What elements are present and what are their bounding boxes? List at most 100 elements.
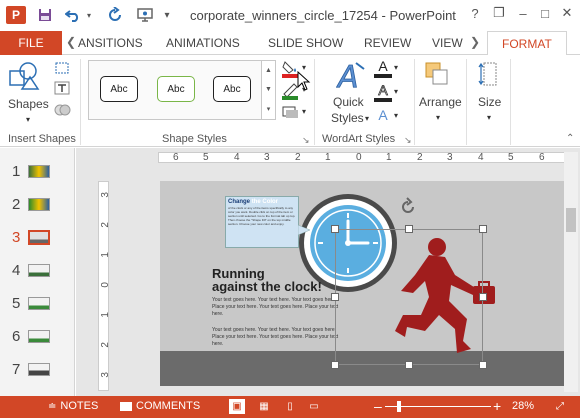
text-effects-dropdown-icon[interactable]: ▾	[394, 111, 398, 120]
present-icon[interactable]	[136, 6, 154, 24]
resize-handle[interactable]	[331, 361, 339, 369]
tab-scroll-left-icon[interactable]: ❮	[66, 35, 76, 49]
shape-style-green[interactable]: Abc	[157, 76, 195, 102]
resize-handle[interactable]	[479, 361, 487, 369]
rotate-handle-icon[interactable]	[398, 197, 418, 217]
change-color-callout[interactable]: Change the Color of the clock or any of …	[225, 196, 299, 248]
minimize-icon[interactable]: –	[512, 2, 534, 24]
group-divider	[80, 59, 81, 145]
text-fill-dropdown-icon[interactable]: ▾	[394, 63, 398, 72]
undo-icon[interactable]	[64, 6, 82, 24]
slide-body-text-2[interactable]: Your text goes here. Your text here. You…	[212, 327, 342, 348]
tab-scroll-right-icon[interactable]: ❯	[470, 35, 480, 49]
shape-style-dark[interactable]: Abc	[100, 76, 138, 102]
text-effects-icon[interactable]: A	[374, 107, 392, 125]
ruler-label: 4	[234, 152, 240, 163]
maximize-icon[interactable]: □	[534, 2, 556, 24]
quick-styles-icon[interactable]: A	[336, 59, 366, 95]
arrange-icon[interactable]	[424, 61, 450, 87]
ruler-label: 1	[386, 152, 392, 163]
arrange-dropdown-icon[interactable]: ▾	[436, 113, 440, 122]
shapes-label[interactable]: Shapes	[8, 97, 49, 111]
slide-thumbnail-2[interactable]	[28, 198, 50, 211]
edit-shape-icon[interactable]	[54, 61, 72, 75]
text-fill-letter: A	[378, 58, 388, 74]
shape-effects-dropdown-icon[interactable]: ▾	[302, 107, 306, 116]
resize-handle[interactable]	[405, 361, 413, 369]
notes-button[interactable]: ≐ NOTES	[48, 400, 98, 412]
comments-button[interactable]: COMMENTS	[120, 400, 200, 412]
gallery-down-icon[interactable]: ▼	[265, 86, 272, 93]
gallery-up-icon[interactable]: ▲	[265, 67, 272, 74]
redo-icon[interactable]	[106, 6, 124, 24]
shapes-gallery-icon[interactable]	[8, 61, 42, 91]
arrange-label[interactable]: Arrange	[419, 95, 462, 109]
slide-sorter-view-icon[interactable]: ▦	[256, 399, 272, 414]
resize-handle[interactable]	[331, 293, 339, 301]
ruler-label: 3	[100, 372, 111, 378]
slide-thumbnail-6[interactable]	[28, 330, 50, 343]
resize-handle[interactable]	[479, 293, 487, 301]
ribbon-display-icon[interactable]: ❐	[488, 2, 510, 24]
slide-show-view-icon[interactable]: ▭	[306, 399, 322, 414]
slide-thumbnail-7[interactable]	[28, 363, 50, 376]
zoom-in-button[interactable]: +	[493, 398, 501, 414]
zoom-level[interactable]: 28%	[512, 400, 534, 412]
slide-number: 4	[12, 262, 21, 279]
normal-view-icon[interactable]: ▣	[229, 399, 245, 414]
gallery-more-icon[interactable]: ▾	[267, 105, 271, 113]
ruler-label: 3	[264, 152, 270, 163]
quick-styles-dropdown-icon[interactable]: ▾	[365, 114, 369, 123]
tab-transitions[interactable]: ANSITIONS	[78, 36, 143, 50]
slide-number: 2	[12, 196, 21, 213]
resize-handle[interactable]	[331, 225, 339, 233]
notes-label: NOTES	[60, 400, 99, 412]
text-box-icon[interactable]	[54, 81, 72, 95]
resize-handle[interactable]	[479, 225, 487, 233]
slide-body-text-1[interactable]: Your text goes here. Your text here. You…	[212, 297, 342, 318]
text-outline-icon[interactable]: A	[374, 83, 392, 103]
slide-title[interactable]: Running against the clock!	[212, 267, 322, 293]
tab-file[interactable]: FILE	[0, 31, 62, 55]
collapse-ribbon-icon[interactable]: ⌃	[566, 133, 574, 144]
quick-styles-label-2[interactable]: Styles	[331, 111, 364, 125]
reading-view-icon[interactable]: ▯	[282, 399, 298, 414]
shape-styles-launcher-icon[interactable]: ↘	[302, 135, 310, 146]
size-dropdown-icon[interactable]: ▾	[487, 113, 491, 122]
zoom-out-button[interactable]: –	[374, 398, 382, 414]
tab-review[interactable]: REVIEW	[364, 36, 411, 50]
ruler-label: 0	[356, 152, 362, 163]
save-icon[interactable]	[36, 6, 54, 24]
text-outline-dropdown-icon[interactable]: ▾	[394, 87, 398, 96]
size-icon[interactable]	[478, 61, 500, 87]
undo-dropdown-icon[interactable]: ▾	[84, 6, 94, 24]
zoom-slider-knob[interactable]	[397, 401, 401, 412]
wordart-launcher-icon[interactable]: ↘	[404, 135, 412, 146]
shape-styles-group-label: Shape Styles	[162, 133, 227, 145]
customize-qat-icon[interactable]: ▾	[160, 6, 174, 24]
text-fill-icon[interactable]: A	[374, 59, 392, 79]
tab-view[interactable]: VIEW	[432, 36, 463, 50]
gallery-scrollbar[interactable]: ▲ ▼ ▾	[262, 60, 276, 120]
resize-handle[interactable]	[405, 225, 413, 233]
callout-pointer	[297, 224, 311, 237]
size-label[interactable]: Size	[478, 95, 501, 109]
slide-canvas[interactable]: Change the Color of the clock or any of …	[160, 181, 570, 386]
tab-animations[interactable]: ANIMATIONS	[166, 36, 240, 50]
help-icon[interactable]: ?	[464, 2, 486, 24]
merge-shapes-icon[interactable]	[54, 103, 72, 117]
fit-to-window-icon[interactable]: ⤢	[552, 399, 568, 414]
shape-effects-icon[interactable]	[281, 105, 301, 119]
vertical-scrollbar[interactable]	[564, 152, 578, 392]
shapes-dropdown-icon[interactable]: ▾	[26, 115, 30, 124]
tab-format[interactable]: FORMAT	[487, 31, 567, 56]
slide-thumbnail-4[interactable]	[28, 264, 50, 277]
scrollbar-thumb[interactable]	[566, 208, 576, 232]
tab-slide-show[interactable]: SLIDE SHOW	[268, 36, 343, 50]
shape-style-dark-2[interactable]: Abc	[213, 76, 251, 102]
quick-styles-label[interactable]: Quick	[333, 95, 364, 109]
close-icon[interactable]: ✕	[556, 2, 578, 24]
slide-thumbnail-5[interactable]	[28, 297, 50, 310]
slide-thumbnail-1[interactable]	[28, 165, 50, 178]
slide-thumbnail-3[interactable]	[28, 230, 50, 245]
